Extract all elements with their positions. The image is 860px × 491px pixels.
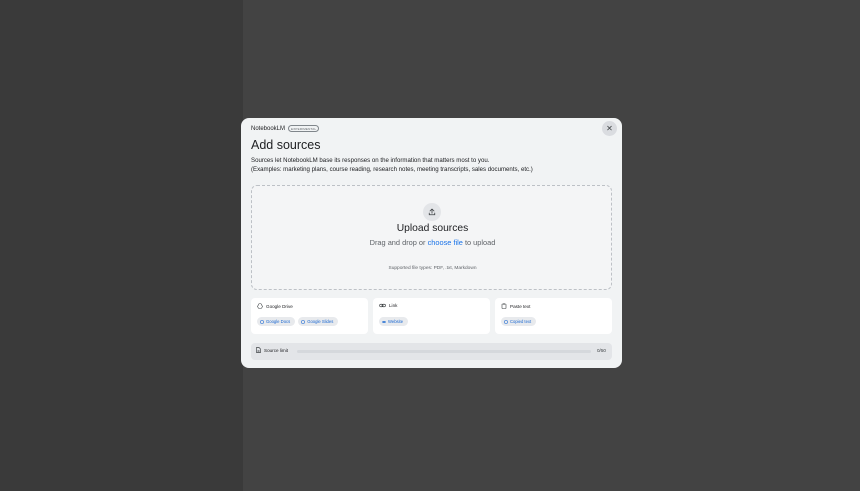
document-icon: [256, 347, 261, 353]
description-line-1: Sources let NotebookLM base its response…: [251, 157, 490, 164]
copied-text-chip[interactable]: Copied text: [501, 317, 537, 326]
supported-file-types: Supported file types: PDF, .txt, Markdow…: [388, 266, 477, 271]
website-chip[interactable]: Website: [379, 317, 409, 326]
google-docs-chip[interactable]: Google Docs: [257, 317, 296, 326]
upload-prompt-after: to upload: [462, 238, 496, 247]
close-icon: ✕: [606, 124, 613, 133]
link-chips: Website: [379, 317, 409, 326]
source-limit-text: Source limit: [264, 347, 288, 353]
add-sources-dialog: NotebookLM EXPERIMENTAL ✕ Add sources So…: [241, 118, 622, 368]
google-slides-chip[interactable]: Google Slides: [298, 317, 339, 326]
google-docs-label: Google Docs: [266, 319, 291, 324]
brand: NotebookLM EXPERIMENTAL: [251, 125, 320, 132]
clipboard-icon: [501, 303, 507, 309]
upload-dropzone[interactable]: Upload sources Drag and drop or choose f…: [251, 185, 612, 290]
source-limit-label: Source limit: [256, 347, 288, 353]
google-drive-icon: [257, 303, 263, 309]
link-card-header: Link: [379, 303, 397, 308]
link-icon: [379, 303, 386, 308]
description-line-2: (Examples: marketing plans, course readi…: [251, 166, 533, 173]
paste-text-chips: Copied text: [501, 317, 537, 326]
brand-name: NotebookLM: [251, 125, 286, 132]
google-drive-card: Google Drive Google Docs Google Slides: [251, 298, 368, 334]
source-limit-count: 0/50: [597, 348, 606, 353]
close-button[interactable]: ✕: [602, 121, 617, 136]
paste-text-title: Paste text: [510, 303, 531, 309]
google-drive-title: Google Drive: [266, 303, 293, 309]
choose-file-link[interactable]: choose file: [428, 238, 463, 247]
experimental-badge: EXPERIMENTAL: [288, 125, 320, 132]
upload-icon: [423, 203, 441, 221]
link-card: Link Website: [373, 298, 490, 334]
google-drive-card-header: Google Drive: [257, 303, 293, 309]
google-slides-label: Google Slides: [307, 319, 334, 324]
google-slides-icon: [301, 319, 306, 324]
website-label: Website: [388, 319, 404, 324]
website-icon: [382, 320, 386, 323]
paste-text-card: Paste text Copied text: [495, 298, 612, 334]
copied-text-icon: [504, 319, 508, 324]
link-title: Link: [389, 303, 398, 308]
source-limit-bar: Source limit 0/50: [251, 343, 612, 360]
google-drive-chips: Google Docs Google Slides: [257, 317, 339, 326]
copied-text-label: Copied text: [510, 319, 532, 324]
upload-prompt: Drag and drop or choose file to upload: [252, 238, 613, 247]
dialog-title: Add sources: [251, 138, 321, 152]
dialog-description: Sources let NotebookLM base its response…: [251, 156, 533, 174]
google-docs-icon: [260, 319, 264, 324]
backdrop-left: [0, 0, 243, 491]
upload-title: Upload sources: [396, 223, 469, 234]
source-limit-progress: [297, 350, 591, 353]
upload-prompt-before: Drag and drop or: [369, 238, 428, 247]
paste-text-card-header: Paste text: [501, 303, 530, 309]
